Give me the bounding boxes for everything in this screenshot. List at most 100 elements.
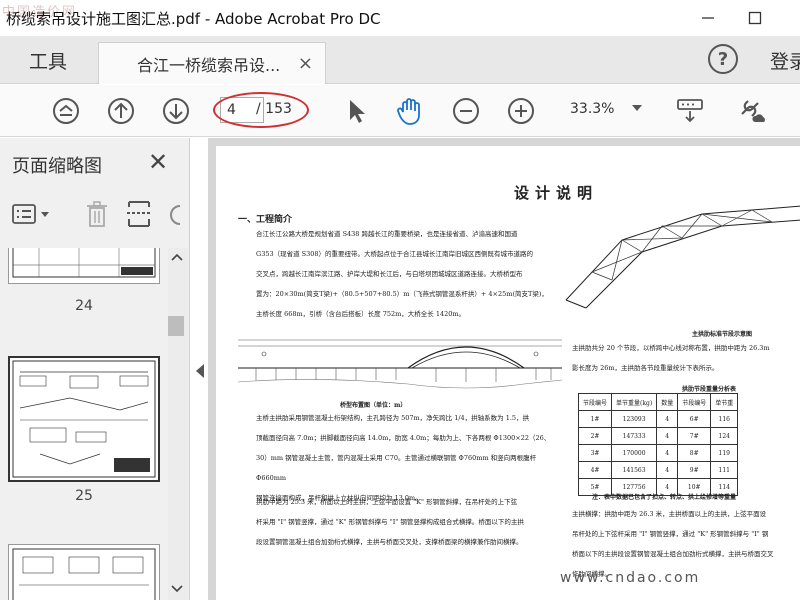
minimize-button[interactable] xyxy=(685,0,731,36)
table-cell: 4 xyxy=(656,444,679,462)
tab-document-label: 合江一桥缆索吊设... xyxy=(137,55,281,75)
column-header: 节段编号 xyxy=(577,393,613,411)
column-header: 单节重量(kg) xyxy=(611,393,658,411)
next-page-button[interactable] xyxy=(160,95,192,127)
table-cell: 3# xyxy=(577,444,613,462)
text-line: 桥面以下的主拱段设置钢管混凝土组合加劲桁式横撑，主拱与桥面交叉 xyxy=(572,550,774,558)
text-line: 拱肋中距为 25.3 米，桥面以上的主拱，上弦平面设置 "K" 形钢管斜撑，在吊… xyxy=(256,498,518,506)
text-line: 置为：20×30m(简支T梁)+（80.5+507+80.5）m（飞燕式钢管混系… xyxy=(256,290,548,298)
thumbnail-toolbar xyxy=(0,194,190,238)
tab-document[interactable]: 合江一桥缆索吊设... × xyxy=(98,42,326,84)
table-cell: 7# xyxy=(677,427,712,445)
page-thumbnails-panel: 页面缩略图 ✕ 24 25 xyxy=(0,138,190,600)
text-line: 影长度为 26m，主拱肋各节段重量统计下表所示。 xyxy=(572,364,719,372)
table-cell: 116 xyxy=(710,410,739,428)
options-menu-icon[interactable] xyxy=(12,202,54,228)
tab-bar: 工具 合江一桥缆索吊设... × ? 登录 xyxy=(0,36,800,84)
table-cell: 8# xyxy=(677,444,712,462)
text-line: 吊杆处的上下弦杆采用 "I" 钢管竖撑，通过 "K" 形钢管斜撑与 "I" 钢 xyxy=(572,530,769,538)
thumbnail-scrollbar[interactable] xyxy=(168,248,188,600)
table-cell: 124 xyxy=(710,427,739,445)
help-icon[interactable]: ? xyxy=(708,44,738,74)
share-link-button[interactable] xyxy=(736,95,768,127)
bracing-paragraph: 拱肋中距为 25.3 米，桥面以上的主拱，上弦平面设置 "K" 形钢管斜撑，在吊… xyxy=(256,492,566,552)
text-line: G353（现省道 S308）的重要纽带。大桥起点位于合江县城长江南岸旧城区西侧既… xyxy=(256,250,534,258)
scrollbar-thumb[interactable] xyxy=(168,316,184,336)
column-header: 单节重 xyxy=(710,393,739,411)
table-cell: 4 xyxy=(656,427,679,445)
table-cell: 123093 xyxy=(611,410,658,428)
tab-tools[interactable]: 工具 xyxy=(0,36,96,84)
close-panel-icon[interactable]: ✕ xyxy=(148,148,168,176)
document-view[interactable]: 设计说明 一、工程简介 合江长江公路大桥是规划省道 S438 跨越长江的重要桥梁… xyxy=(208,138,800,600)
scroll-up-icon xyxy=(171,253,183,261)
page-thumbnail[interactable] xyxy=(8,544,160,600)
link-cloud-icon xyxy=(741,100,765,122)
scroll-down-icon xyxy=(171,585,183,593)
table-row: 1# 123093 4 6# 116 xyxy=(577,410,739,428)
column-header: 数量 xyxy=(656,393,679,411)
cursor-arrow-icon xyxy=(350,100,365,123)
main-toolbar: 4 / 153 33.3% xyxy=(0,85,800,137)
insert-page-icon[interactable] xyxy=(126,198,152,230)
chevron-down-icon[interactable] xyxy=(632,105,642,111)
column-header: 节段编号 xyxy=(677,393,712,411)
text-line: 顶截面径向高 7.0m；拱脚截面径向高 14.0m，肋宽 4.0m；每肋为上、下… xyxy=(256,434,551,442)
window-title: 桥缆索吊设计施工图汇总.pdf - Adobe Acrobat Pro DC xyxy=(6,10,381,28)
pdf-page: 设计说明 一、工程简介 合江长江公路大桥是规划省道 S438 跨越长江的重要桥梁… xyxy=(216,146,800,600)
text-line: 合江长江公路大桥是规划省道 S438 跨越长江的重要桥梁，也是连接省道、泸渝高速… xyxy=(256,230,518,238)
zoom-in-button[interactable] xyxy=(505,95,537,127)
text-line: 段设置钢管混凝土组合加劲桁式横撑，主拱与桥面交叉处，支撑桥面梁的横撑兼作肋间横撑… xyxy=(256,538,523,546)
close-tab-icon[interactable]: × xyxy=(298,53,313,74)
figure-caption: 主拱肋标准节段示意图 xyxy=(692,331,753,338)
page-thumbnail[interactable] xyxy=(8,356,160,482)
table-cell: 170000 xyxy=(611,444,658,462)
table-note: 注：表中数据已包含了扣点、转点、拱上绘修增等重量 xyxy=(592,494,737,501)
table-header-row: 节段编号 单节重量(kg) 数量 节段编号 单节重 xyxy=(577,393,739,411)
hand-tool-button[interactable] xyxy=(394,95,426,127)
table-cell: 119 xyxy=(710,444,739,462)
first-page-button[interactable] xyxy=(50,95,82,127)
table-cell: 6# xyxy=(677,410,712,428)
highlight-annotation xyxy=(213,92,309,128)
scroll-mode-button[interactable] xyxy=(674,95,706,127)
table-row: 4# 141563 4 9# 111 xyxy=(577,461,739,479)
zoom-out-icon xyxy=(453,98,479,124)
keyboard-scroll-icon xyxy=(677,99,703,123)
maximize-button[interactable] xyxy=(732,0,778,36)
first-page-icon xyxy=(53,98,79,124)
text-line: 杆采用 "I" 钢管竖撑，通过 "K" 形钢管斜撑与 "I" 钢管竖撑构成组合式… xyxy=(256,518,524,526)
text-line: 30）mm 钢管混凝土主管，管内混凝土采用 C70。主管通过横联钢管 Φ760m… xyxy=(256,454,537,482)
zoom-out-button[interactable] xyxy=(450,95,482,127)
select-tool-button[interactable] xyxy=(340,95,372,127)
segment-weight-table: 节段编号 单节重量(kg) 数量 节段编号 单节重 1# 123093 4 6#… xyxy=(577,393,739,496)
table-cell: 9# xyxy=(677,461,712,479)
table-row: 2# 147333 4 7# 124 xyxy=(577,427,739,445)
text-line: 主拱横撑：拱肋中距为 26.3 米，主拱桥面以上的主拱，上弦平面设 xyxy=(572,510,767,518)
trash-icon[interactable] xyxy=(84,200,110,230)
minimize-icon xyxy=(702,17,714,19)
table-cell: 4 xyxy=(656,410,679,428)
arrow-up-icon xyxy=(108,98,134,124)
table-cell: 4# xyxy=(577,461,613,479)
login-button[interactable]: 登录 xyxy=(770,47,800,74)
table-row: 3# 170000 4 8# 119 xyxy=(577,444,739,462)
previous-page-button[interactable] xyxy=(105,95,137,127)
page-thumbnail[interactable] xyxy=(8,248,160,284)
hand-icon xyxy=(397,98,420,125)
table-cell: 111 xyxy=(710,461,739,479)
panel-title: 页面缩略图 xyxy=(12,156,102,177)
arrow-down-icon xyxy=(163,98,189,124)
segment-paragraph: 主拱肋共分 20 个节段，以桥跨中心线对称布置，拱肋中距为 26.3m 影长度为… xyxy=(572,338,800,378)
rotate-icon[interactable] xyxy=(170,204,182,226)
collapse-panel-icon[interactable] xyxy=(196,364,204,378)
zoom-level-dropdown[interactable]: 33.3% xyxy=(570,101,614,117)
thumbnail-label: 25 xyxy=(75,488,93,504)
table-cell: 4 xyxy=(656,461,679,479)
text-line: 主拱肋共分 20 个节段，以桥跨中心线对称布置，拱肋中距为 26.3m xyxy=(572,344,770,352)
thumbnail-label: 24 xyxy=(75,298,93,314)
table-cell: 147333 xyxy=(611,427,658,445)
table-cell: 2# xyxy=(577,427,613,445)
zoom-in-icon xyxy=(508,98,534,124)
text-line: 主桥长度 668m，引桥（含台后搭板）长度 752m，大桥全长 1420m。 xyxy=(256,310,466,318)
